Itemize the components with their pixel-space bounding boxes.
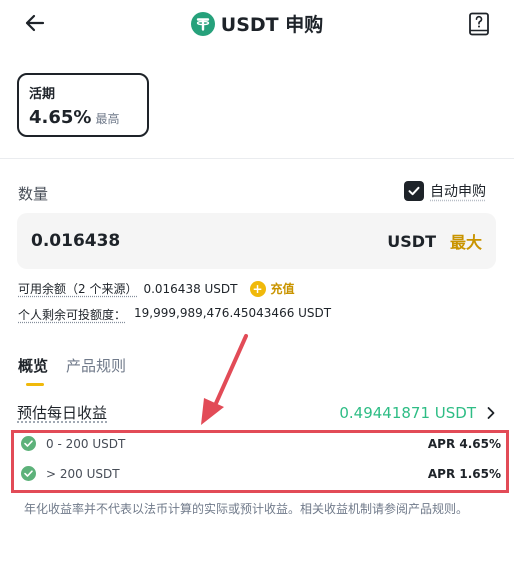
amount-label: 数量	[18, 185, 49, 203]
amount-unit: USDT	[387, 231, 436, 251]
topup-link[interactable]: 充值	[271, 280, 295, 297]
apr-tier-row: > 200 USDT APR 1.65%	[21, 466, 501, 481]
tier-apr: APR 1.65%	[427, 466, 501, 481]
apr-tier-highlight-box: 0 - 200 USDT APR 4.65% > 200 USDT APR 1.…	[11, 430, 509, 493]
available-balance-value: 0.016438 USDT	[143, 281, 238, 296]
tier-apr: APR 4.65%	[427, 436, 501, 451]
tab-product-rules-label: 产品规则	[66, 357, 127, 375]
estimated-daily-earnings-value: 0.49441871 USDT	[339, 403, 476, 422]
remaining-quota-label[interactable]: 个人剩余可投额度：	[18, 306, 126, 323]
max-button[interactable]: 最大	[450, 229, 482, 253]
tab-overview[interactable]: 概览	[18, 355, 49, 386]
auto-subscribe-label: 自动申购	[430, 184, 486, 200]
page-title: USDT 申购	[220, 14, 324, 36]
tab-overview-label: 概览	[18, 357, 49, 375]
usdt-coin-icon	[190, 11, 215, 36]
tab-product-rules[interactable]: 产品规则	[66, 355, 126, 376]
header: USDT 申购	[0, 0, 514, 50]
amount-input[interactable]: 0.016438 USDT 最大	[17, 213, 496, 269]
estimated-daily-earnings-label: 预估每日收益	[17, 404, 108, 422]
checkmark-icon	[408, 186, 420, 196]
section-divider	[0, 158, 514, 159]
check-circle-icon	[21, 436, 36, 451]
remaining-quota-row: 个人剩余可投额度： 19,999,989,476.45043466 USDT	[18, 306, 331, 323]
chevron-right-icon	[487, 406, 495, 419]
apr-tier-row: 0 - 200 USDT APR 4.65%	[21, 436, 501, 451]
tab-bar: 概览 产品规则	[18, 355, 126, 386]
disclaimer-text: 年化收益率并不代表以法币计算的实际或预计收益。相关收益机制请参阅产品规则。	[24, 502, 469, 516]
available-balance-label[interactable]: 可用余额（2 个来源）	[18, 280, 137, 297]
title-group: USDT 申购	[0, 10, 514, 37]
term-rate-row: 4.65% 最高	[29, 107, 137, 128]
estimated-daily-earnings-row[interactable]: 预估每日收益 0.49441871 USDT	[17, 402, 496, 423]
term-rate-note: 最高	[95, 112, 120, 126]
plus-circle-icon[interactable]: +	[249, 280, 266, 297]
remaining-quota-value: 19,999,989,476.45043466 USDT	[134, 306, 332, 320]
term-rate: 4.65%	[29, 107, 92, 128]
term-label: 活期	[29, 87, 56, 102]
available-balance-row: 可用余额（2 个来源） 0.016438 USDT + 充值	[18, 280, 295, 297]
active-tab-indicator	[26, 383, 44, 386]
book-question-icon[interactable]	[468, 12, 490, 36]
tier-range: 0 - 200 USDT	[46, 436, 126, 451]
auto-subscribe-toggle[interactable]: 自动申购	[404, 181, 486, 201]
check-circle-icon	[21, 466, 36, 481]
flexible-term-card[interactable]: 活期 4.65% 最高	[17, 73, 149, 137]
auto-subscribe-checkbox[interactable]	[404, 181, 424, 201]
tier-range: > 200 USDT	[46, 466, 120, 481]
amount-value[interactable]: 0.016438	[31, 231, 387, 251]
